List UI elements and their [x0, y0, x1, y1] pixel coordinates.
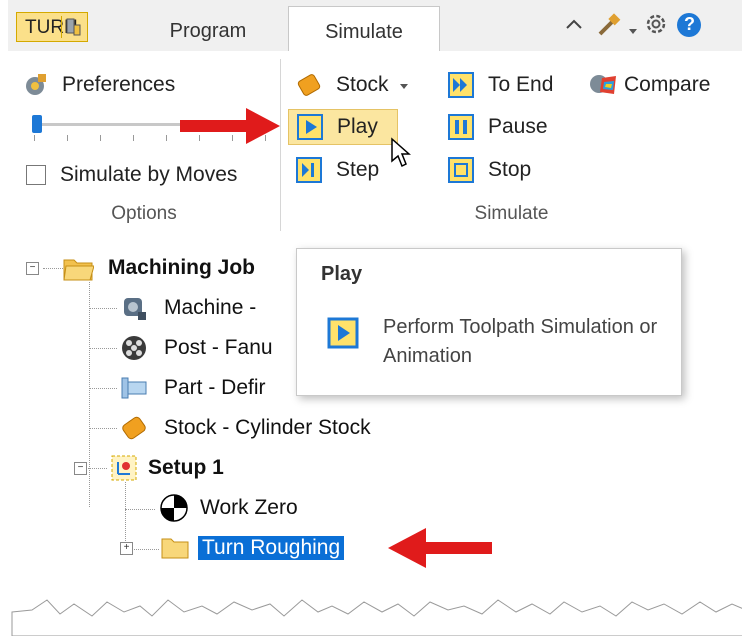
post-label: Post - Fanu — [164, 336, 273, 359]
collapse-setup-toggle[interactable]: − — [74, 462, 87, 475]
preferences-icon — [22, 72, 48, 98]
simulate-by-moves-label: Simulate by Moves — [60, 163, 238, 186]
ribbon-tab-bar: TURN Program Simulate ? — [8, 0, 742, 53]
machine-label: Machine - — [164, 296, 257, 319]
app-window: TURN Program Simulate ? Preferences Simu… — [8, 0, 742, 636]
pause-button[interactable]: Pause — [448, 109, 548, 145]
play-button[interactable]: Play — [288, 109, 398, 145]
step-icon — [296, 157, 322, 183]
help-icon[interactable]: ? — [676, 12, 702, 43]
torn-edge-decoration — [11, 599, 742, 636]
simulate-by-moves-option[interactable]: Simulate by Moves — [60, 157, 237, 193]
work-zero-icon — [158, 492, 190, 524]
tree-node-part[interactable]: Part - Defir — [118, 373, 266, 403]
ribbon-panel: Preferences Simulate by Moves Options St… — [8, 51, 742, 239]
tree-node-stock[interactable]: Stock - Cylinder Stock — [118, 413, 371, 443]
step-button[interactable]: Step — [296, 152, 379, 188]
collapse-machining-job-toggle[interactable]: − — [26, 262, 39, 275]
tab-simulate[interactable]: Simulate — [288, 6, 440, 53]
options-group-label: Options — [111, 203, 177, 224]
speed-slider-thumb[interactable] — [32, 115, 42, 133]
dropdown-icon[interactable] — [628, 20, 638, 41]
tree-connector — [89, 308, 117, 309]
stock-label: Stock — [336, 73, 389, 96]
to-end-icon — [448, 72, 474, 98]
to-end-label: To End — [488, 73, 554, 96]
folder-icon — [62, 252, 95, 284]
simulate-group-label: Simulate — [474, 203, 549, 224]
setup-label: Setup 1 — [148, 456, 224, 479]
compare-button[interactable]: Compare — [588, 67, 710, 103]
machine-icon — [118, 292, 150, 324]
preferences-label: Preferences — [62, 73, 176, 96]
tree-node-machine[interactable]: Machine - — [118, 293, 256, 323]
tool-holder-icon[interactable] — [61, 16, 84, 38]
tree-node-post[interactable]: Post - Fanu — [118, 333, 273, 363]
folder-icon — [160, 532, 192, 564]
stop-icon — [448, 157, 474, 183]
compare-icon — [588, 72, 616, 98]
part-icon — [118, 372, 150, 404]
annotation-arrow-left-icon — [388, 528, 492, 568]
expand-turn-roughing-toggle[interactable]: + — [120, 542, 133, 555]
machining-job-label: Machining Job — [108, 256, 255, 279]
play-icon — [297, 114, 323, 140]
tree-connector — [89, 348, 117, 349]
step-label: Step — [336, 158, 380, 181]
mouse-cursor-icon — [390, 137, 412, 174]
tree-connector — [89, 428, 117, 429]
tree-connector — [43, 268, 63, 269]
setup-icon — [108, 452, 140, 484]
tree-node-turn-roughing[interactable]: Turn Roughing — [160, 532, 345, 564]
work-zero-label: Work Zero — [200, 496, 298, 519]
stop-label: Stop — [488, 158, 532, 181]
tree-connector — [89, 388, 117, 389]
tooltip-title: Play — [321, 263, 363, 285]
tree-node-machining-job[interactable]: Machining Job — [62, 253, 255, 283]
turn-mode-button[interactable]: TURN — [16, 12, 88, 42]
tree-connector — [125, 482, 126, 549]
annotation-arrow-right-icon — [180, 108, 280, 144]
pause-label: Pause — [488, 115, 548, 138]
mode-icon[interactable] — [565, 16, 583, 39]
tools-icon[interactable] — [596, 12, 622, 43]
tab-program[interactable]: Program — [153, 12, 263, 50]
tree-connector — [129, 549, 159, 550]
part-label: Part - Defir — [164, 376, 266, 399]
play-tooltip: Play Perform Toolpath Simulation or Anim… — [296, 248, 682, 396]
pause-icon — [448, 114, 474, 140]
tooltip-description: Perform Toolpath Simulation or Animation — [383, 316, 658, 367]
stop-button[interactable]: Stop — [448, 152, 531, 188]
stock-cylinder-icon — [296, 72, 322, 98]
stock-dropdown-icon[interactable] — [399, 73, 409, 97]
tree-connector — [89, 282, 90, 507]
stock-tree-label: Stock - Cylinder Stock — [164, 416, 371, 439]
preferences-button[interactable]: Preferences — [22, 67, 175, 103]
post-reel-icon — [118, 332, 150, 364]
simulate-by-moves-checkbox[interactable] — [26, 165, 46, 185]
turn-roughing-label: Turn Roughing — [198, 536, 345, 560]
tree-node-work-zero[interactable]: Work Zero — [158, 493, 298, 523]
tree-connector — [125, 509, 155, 510]
compare-label: Compare — [624, 73, 711, 96]
play-icon — [327, 317, 359, 349]
stock-cylinder-icon — [118, 412, 150, 444]
stock-button[interactable]: Stock — [296, 67, 409, 103]
to-end-button[interactable]: To End — [448, 67, 553, 103]
play-label: Play — [337, 115, 378, 138]
gear-icon[interactable] — [644, 12, 668, 41]
help-glyph: ? — [684, 14, 695, 34]
tree-node-setup[interactable]: Setup 1 — [108, 453, 224, 483]
